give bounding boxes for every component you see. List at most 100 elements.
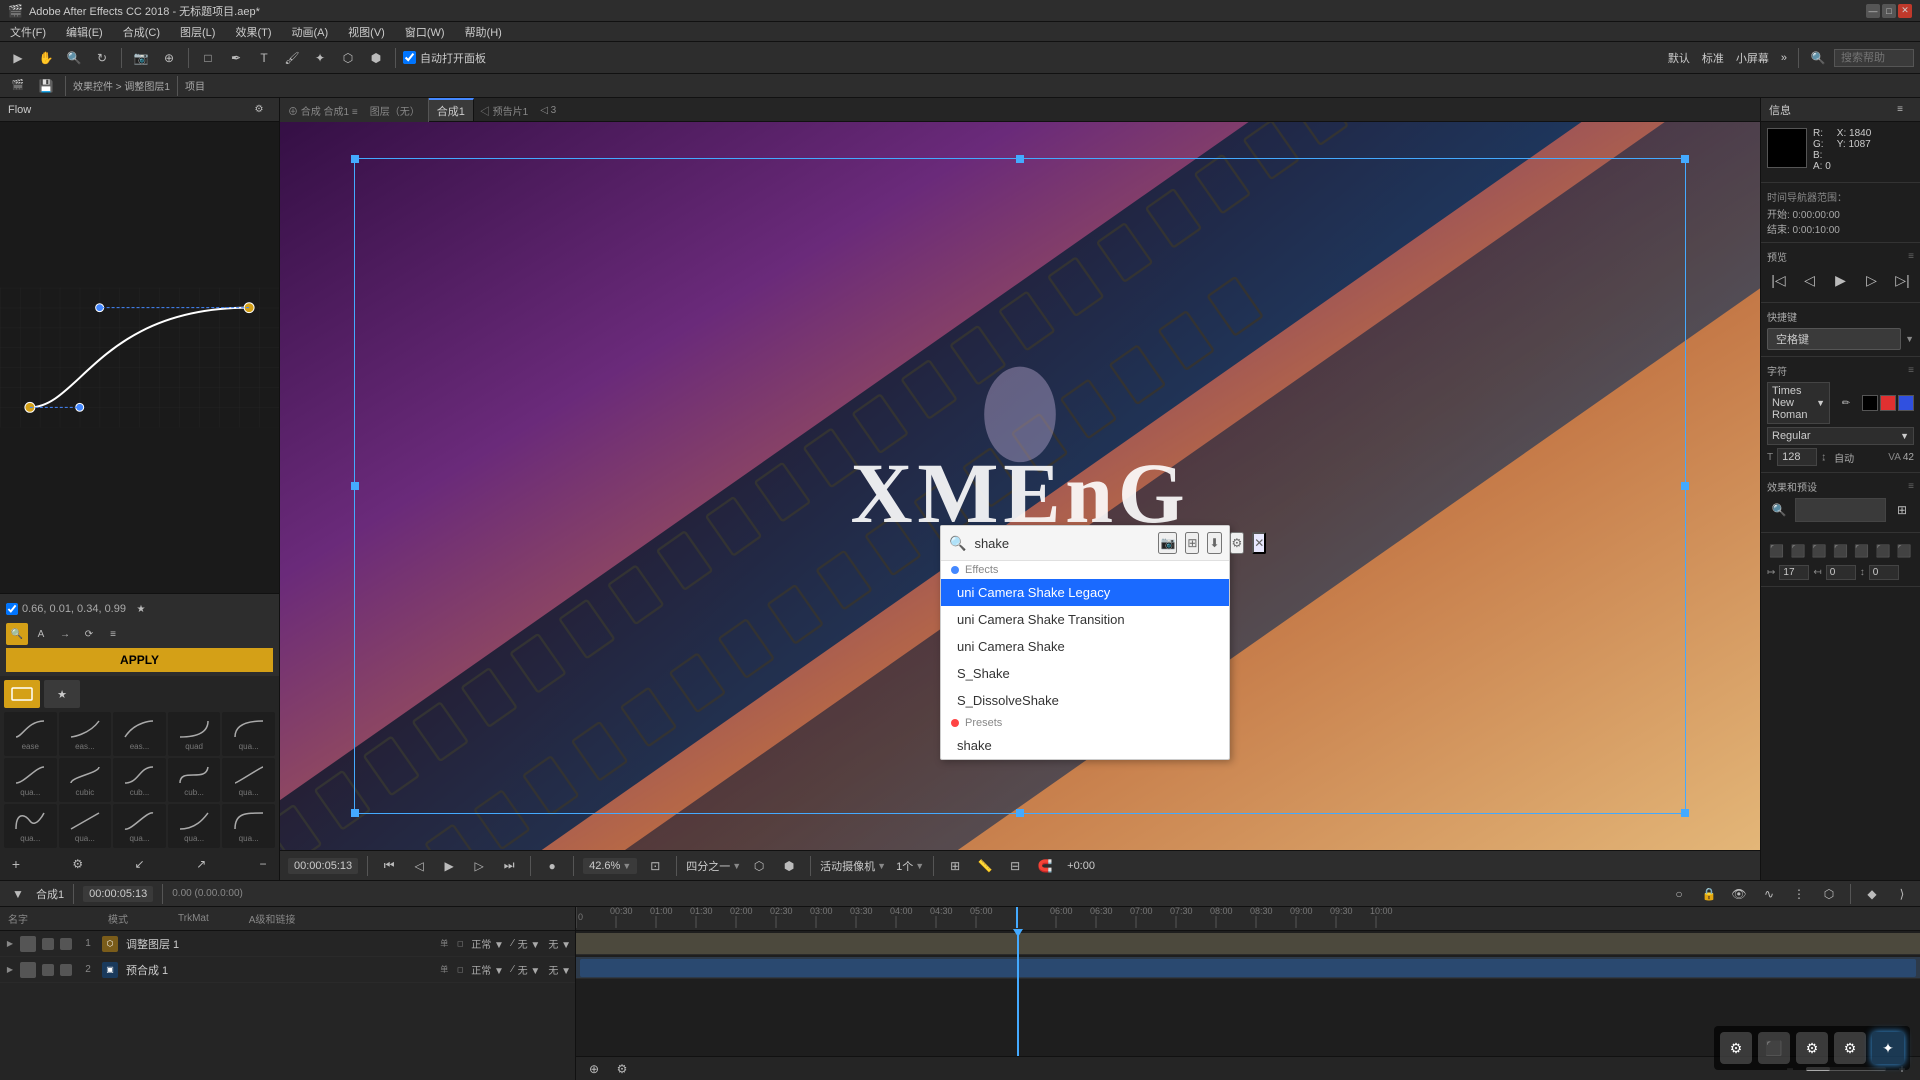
tool-brush[interactable]: 🖌 bbox=[280, 46, 304, 70]
arrow-right-icon[interactable]: → bbox=[54, 623, 76, 645]
bottom-icon-1[interactable]: ⚙ bbox=[1720, 1032, 1752, 1064]
track-2-lock-icon[interactable] bbox=[60, 964, 72, 976]
track-2-parent[interactable]: 无 ▼ bbox=[548, 962, 571, 977]
workspace-default[interactable]: 默认 bbox=[1664, 50, 1694, 66]
track-1-blend[interactable]: 无 ▼ bbox=[518, 936, 541, 951]
bottom-icon-2[interactable]: ⬛ bbox=[1758, 1032, 1790, 1064]
preset-settings-icon[interactable]: ⚙ bbox=[66, 852, 90, 876]
color-swatch-red[interactable] bbox=[1880, 395, 1896, 411]
preset-quad-out[interactable]: qua... bbox=[222, 712, 275, 756]
track-1-mode[interactable]: 正常 ▼ bbox=[471, 936, 504, 951]
apply-button[interactable]: APPLY bbox=[6, 648, 273, 672]
first-frame-icon[interactable]: ⏮ bbox=[377, 854, 401, 878]
track-2-motion-blur[interactable]: ◻ bbox=[453, 963, 467, 977]
preset-quad-in[interactable]: quad bbox=[168, 712, 221, 756]
track-1-lock-icon[interactable] bbox=[60, 938, 72, 950]
transparency-icon[interactable]: ⬡ bbox=[747, 854, 771, 878]
search-result-6[interactable]: shake bbox=[941, 732, 1229, 759]
preset-elastic[interactable]: qua... bbox=[59, 804, 112, 848]
timeline-collapse-icon[interactable]: ▼ bbox=[6, 882, 30, 906]
tool-rotate[interactable]: ↻ bbox=[90, 46, 114, 70]
preview-last-icon[interactable]: ▷| bbox=[1891, 268, 1914, 292]
search-result-1[interactable]: uni Camera Shake Legacy bbox=[941, 579, 1229, 606]
tab-preview[interactable]: ◁ 预告片1 bbox=[474, 98, 534, 122]
bottom-icon-4[interactable]: ⚙ bbox=[1834, 1032, 1866, 1064]
preset-ease[interactable]: ease bbox=[4, 712, 57, 756]
menu-effects[interactable]: 效果(T) bbox=[231, 22, 275, 42]
track-2-mode[interactable]: 正常 ▼ bbox=[471, 962, 504, 977]
preset-minus-icon[interactable]: − bbox=[251, 852, 275, 876]
font-name-display[interactable]: Times New Roman ▼ bbox=[1767, 382, 1830, 424]
easing-active-check[interactable] bbox=[6, 603, 18, 615]
save-button[interactable]: 💾 bbox=[34, 74, 58, 98]
tool-rect[interactable]: □ bbox=[196, 46, 220, 70]
tool-text[interactable]: T bbox=[252, 46, 276, 70]
markers-icon[interactable]: ◆ bbox=[1860, 882, 1884, 906]
new-composition[interactable]: 🎬 bbox=[6, 74, 30, 98]
preview-first-icon[interactable]: |◁ bbox=[1767, 268, 1790, 292]
prev-frame-icon[interactable]: ◁ bbox=[407, 854, 431, 878]
menu-composition[interactable]: 合成(C) bbox=[119, 22, 164, 42]
track-1-parent[interactable]: 无 ▼ bbox=[548, 936, 571, 951]
preset-circ[interactable]: qua... bbox=[222, 804, 275, 848]
track-2-solo-btn[interactable]: 单 bbox=[437, 963, 451, 977]
overlay-icon[interactable]: ⬢ bbox=[777, 854, 801, 878]
menu-window[interactable]: 窗口(W) bbox=[401, 22, 449, 42]
track-2-expand-icon[interactable]: ▶ bbox=[4, 964, 16, 976]
lock-icon[interactable]: 🔒 bbox=[1697, 882, 1721, 906]
space-before-input[interactable] bbox=[1869, 565, 1899, 580]
tool-shape[interactable]: ⬢ bbox=[364, 46, 388, 70]
track-1-t[interactable]: ∕ bbox=[512, 938, 514, 949]
preset-cubic2[interactable]: cub... bbox=[113, 758, 166, 802]
view-count-control[interactable]: 1个 ▼ bbox=[896, 858, 924, 874]
flow-settings-icon[interactable]: ⚙ bbox=[247, 98, 271, 122]
track-1-eye-icon[interactable] bbox=[20, 936, 36, 952]
tab-comp1[interactable]: 合成1 bbox=[429, 98, 474, 121]
preview-next-icon[interactable]: ▷ bbox=[1860, 268, 1883, 292]
tool-pen[interactable]: ✒ bbox=[224, 46, 248, 70]
align-right-btn[interactable]: ⬛ bbox=[1810, 539, 1829, 563]
grid-icon[interactable]: ⊞ bbox=[943, 854, 967, 878]
add-marker-icon[interactable]: ⊕ bbox=[582, 1057, 606, 1080]
font-edit-icon[interactable]: ✏ bbox=[1834, 391, 1858, 415]
solo-icon[interactable]: ○ bbox=[1667, 882, 1691, 906]
preview-expand-icon[interactable]: ≡ bbox=[1908, 251, 1914, 262]
timeline-timecode[interactable]: 00:00:05:13 bbox=[83, 886, 153, 902]
flow-graph[interactable] bbox=[0, 122, 279, 593]
tool-stamp[interactable]: ✦ bbox=[308, 46, 332, 70]
workspace-more[interactable]: » bbox=[1777, 52, 1791, 64]
preset-arrow-up-icon[interactable]: ↗ bbox=[189, 852, 213, 876]
align-justify-btn[interactable]: ⬛ bbox=[1831, 539, 1850, 563]
effects-expand-all-icon[interactable]: ⊞ bbox=[1890, 498, 1914, 522]
settings-small-icon[interactable]: ≡ bbox=[102, 623, 124, 645]
space-key-display[interactable]: 空格键 bbox=[1767, 328, 1901, 350]
search-result-4[interactable]: S_Shake bbox=[941, 660, 1229, 687]
tool-puppet[interactable]: ⬡ bbox=[336, 46, 360, 70]
search-help-icon[interactable]: 🔍 bbox=[1806, 46, 1830, 70]
preset-arrow-down-icon[interactable]: ↙ bbox=[128, 852, 152, 876]
preset-expo[interactable]: qua... bbox=[168, 804, 221, 848]
search-camera-icon[interactable]: 📷 bbox=[1158, 532, 1177, 554]
menu-edit[interactable]: 编辑(E) bbox=[62, 22, 107, 42]
align-left-icon[interactable]: A bbox=[30, 623, 52, 645]
guides-icon[interactable]: ⊟ bbox=[1003, 854, 1027, 878]
search-result-5[interactable]: S_DissolveShake bbox=[941, 687, 1229, 714]
zoom-control[interactable]: 42.6% ▼ bbox=[583, 858, 637, 874]
tool-zoom[interactable]: 🔍 bbox=[62, 46, 86, 70]
ram-preview-icon[interactable]: ● bbox=[540, 854, 564, 878]
search-help-input[interactable] bbox=[1834, 49, 1914, 67]
track-2-t[interactable]: ∕ bbox=[512, 964, 514, 975]
track-1-solo-btn[interactable]: 单 bbox=[437, 937, 451, 951]
preview-prev-icon[interactable]: ◁ bbox=[1798, 268, 1821, 292]
zoom-fit-icon[interactable]: 🔍 bbox=[6, 623, 28, 645]
fit-icon[interactable]: ⊡ bbox=[643, 854, 667, 878]
bottom-icon-3[interactable]: ⚙ bbox=[1796, 1032, 1828, 1064]
right-indent-input[interactable] bbox=[1826, 565, 1856, 580]
play-icon[interactable]: ▶ bbox=[437, 854, 461, 878]
menu-file[interactable]: 文件(F) bbox=[6, 22, 50, 42]
tool-camera[interactable]: 📷 bbox=[129, 46, 153, 70]
effects-search-icon[interactable]: 🔍 bbox=[1767, 498, 1791, 522]
preset-cubic3[interactable]: cub... bbox=[168, 758, 221, 802]
align-justify3-btn[interactable]: ⬛ bbox=[1873, 539, 1892, 563]
track-1-expand-icon[interactable]: ▶ bbox=[4, 938, 16, 950]
